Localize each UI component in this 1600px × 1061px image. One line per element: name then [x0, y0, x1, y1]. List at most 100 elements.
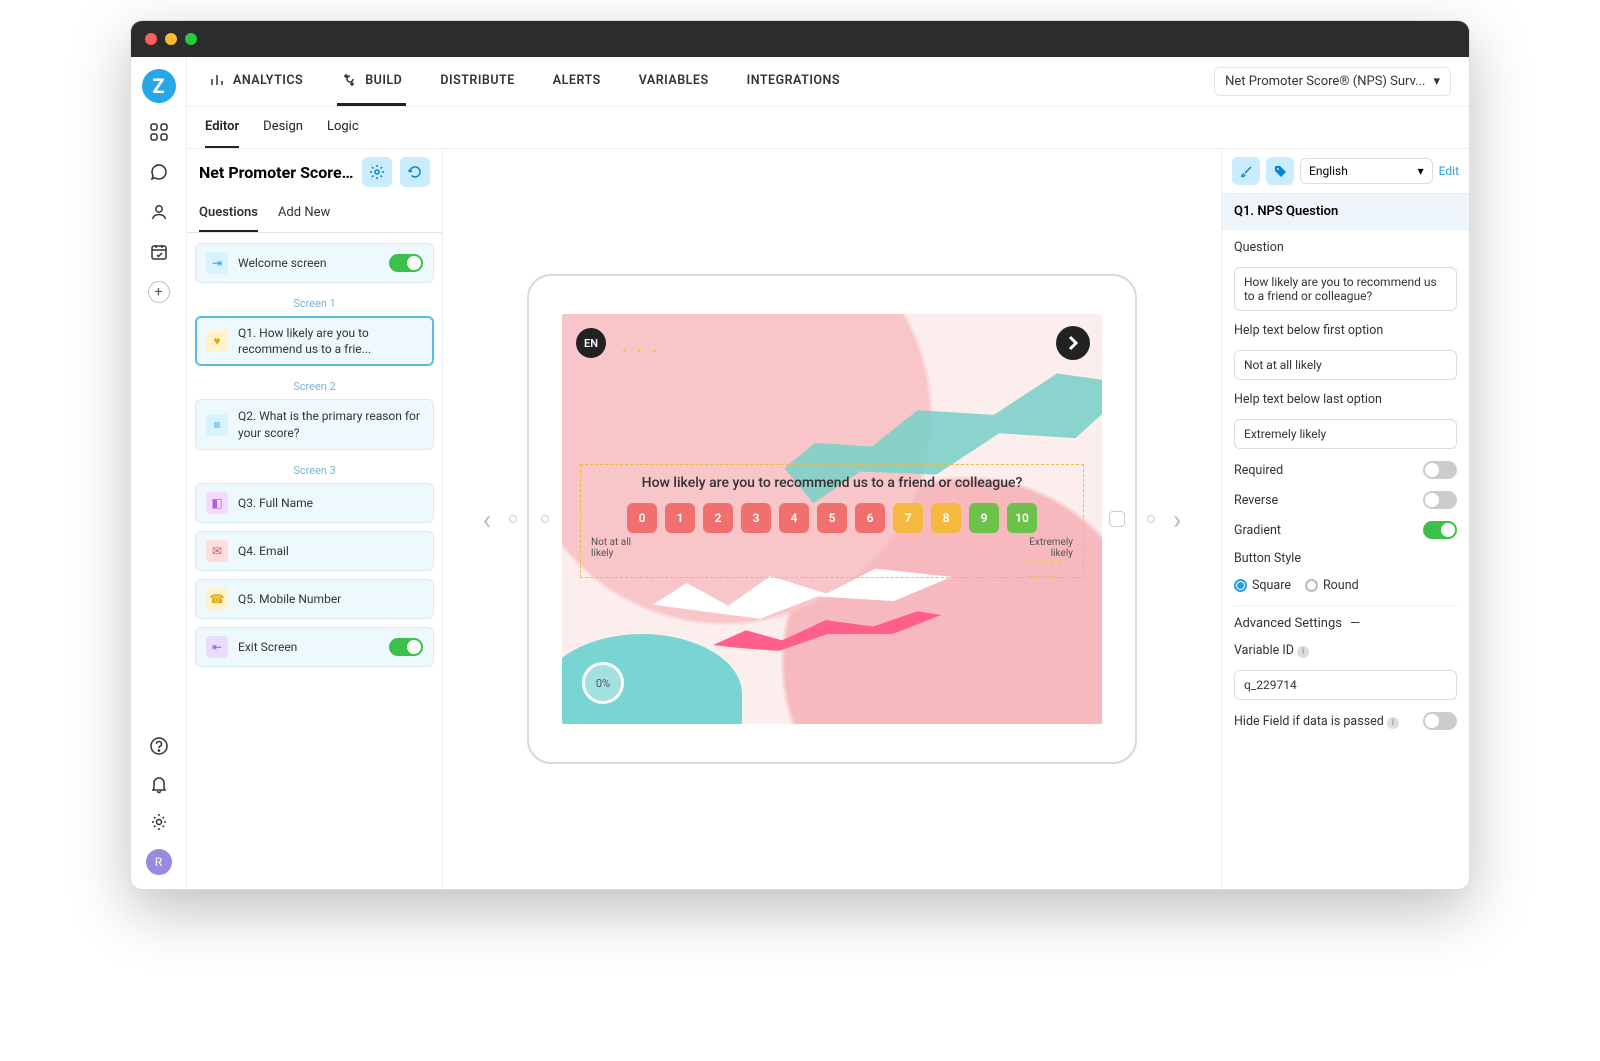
- nps-3[interactable]: 3: [741, 503, 771, 533]
- prev-page-chevron[interactable]: ‹: [475, 495, 499, 544]
- nps-5[interactable]: 5: [817, 503, 847, 533]
- brush-icon[interactable]: [1232, 157, 1260, 185]
- nav-distribute[interactable]: DISTRIBUTE: [436, 57, 518, 106]
- survey-dropdown[interactable]: Net Promoter Score® (NPS) Surv... ▾: [1214, 67, 1451, 96]
- nps-8[interactable]: 8: [931, 503, 961, 533]
- question-frame: How likely are you to recommend us to a …: [580, 464, 1084, 578]
- variable-id-input[interactable]: q_229714: [1234, 670, 1457, 700]
- welcome-screen-card[interactable]: ⇥ Welcome screen: [195, 243, 434, 283]
- help-icon[interactable]: [148, 735, 170, 757]
- radio-round[interactable]: Round: [1305, 578, 1359, 593]
- nav-alerts[interactable]: ALERTS: [549, 57, 605, 106]
- user-icon[interactable]: [148, 201, 170, 223]
- gradient-toggle[interactable]: [1423, 521, 1457, 539]
- welcome-label: Welcome screen: [238, 255, 327, 271]
- language-badge[interactable]: EN: [576, 328, 606, 358]
- nav-analytics-label: ANALYTICS: [233, 73, 303, 88]
- nps-0[interactable]: 0: [627, 503, 657, 533]
- next-button[interactable]: [1056, 326, 1090, 360]
- chevron-down-icon: ▾: [1433, 74, 1440, 89]
- subtab-editor[interactable]: Editor: [205, 107, 239, 148]
- help-first-input[interactable]: Not at all likely: [1234, 350, 1457, 380]
- reverse-toggle[interactable]: [1423, 491, 1457, 509]
- subtab-design[interactable]: Design: [263, 107, 303, 148]
- nps-2[interactable]: 2: [703, 503, 733, 533]
- question-input[interactable]: How likely are you to recommend us to a …: [1234, 267, 1457, 311]
- app-logo[interactable]: Z: [142, 69, 176, 103]
- nps-10[interactable]: 10: [1007, 503, 1037, 533]
- nps-7[interactable]: 7: [893, 503, 923, 533]
- nav-build[interactable]: BUILD: [337, 57, 406, 106]
- q1-card[interactable]: ♥ Q1. How likely are you to recommend us…: [195, 316, 434, 366]
- edit-link[interactable]: Edit: [1439, 164, 1459, 178]
- gear-icon[interactable]: [148, 811, 170, 833]
- welcome-icon: ⇥: [206, 252, 228, 274]
- settings-button[interactable]: [362, 157, 392, 187]
- window-max-dot[interactable]: [185, 33, 197, 45]
- q3-card[interactable]: ◧ Q3. Full Name: [195, 483, 434, 523]
- preview-question-text: How likely are you to recommend us to a …: [589, 475, 1075, 491]
- tab-add-new[interactable]: Add New: [278, 195, 330, 232]
- top-nav: ANALYTICS BUILD DISTRIBUTE ALERTS VARIAB…: [187, 57, 1469, 107]
- heart-icon: ♥: [206, 330, 228, 352]
- reverse-label: Reverse: [1234, 493, 1278, 508]
- next-page-chevron[interactable]: ›: [1165, 495, 1189, 544]
- bell-icon[interactable]: [148, 773, 170, 795]
- language-select[interactable]: English ▾: [1300, 158, 1433, 184]
- hide-field-toggle[interactable]: [1423, 712, 1457, 730]
- help-first-label: Help text below first option: [1234, 323, 1457, 338]
- survey-title: Net Promoter Score...: [199, 163, 354, 182]
- chat-icon[interactable]: [148, 161, 170, 183]
- nps-1[interactable]: 1: [665, 503, 695, 533]
- preview-screen: • • • • • • • • • • • • EN How likely ar…: [562, 314, 1102, 724]
- nav-variables[interactable]: VARIABLES: [635, 57, 713, 106]
- exit-label: Exit Screen: [238, 639, 297, 655]
- nps-9[interactable]: 9: [969, 503, 999, 533]
- advanced-settings-header[interactable]: Advanced Settings —: [1234, 605, 1457, 631]
- low-anchor-label: Not at all likely: [591, 537, 651, 559]
- window-close-dot[interactable]: [145, 33, 157, 45]
- language-label: English: [1309, 164, 1348, 178]
- calendar-icon[interactable]: [148, 241, 170, 263]
- high-anchor-label: Extremely likely: [1013, 537, 1073, 559]
- name-icon: ◧: [206, 492, 228, 514]
- nps-6[interactable]: 6: [855, 503, 885, 533]
- right-panel-header: Q1. NPS Question: [1222, 193, 1469, 230]
- text-icon: ≡: [206, 414, 228, 436]
- grid-icon[interactable]: [148, 121, 170, 143]
- nav-integrations[interactable]: INTEGRATIONS: [743, 57, 844, 106]
- collapse-icon: —: [1350, 616, 1360, 631]
- variable-id-label: Variable ID i: [1234, 643, 1457, 658]
- help-last-label: Help text below last option: [1234, 392, 1457, 407]
- gradient-label: Gradient: [1234, 523, 1281, 538]
- nav-build-label: BUILD: [365, 73, 402, 88]
- q4-card[interactable]: ✉ Q4. Email: [195, 531, 434, 571]
- required-toggle[interactable]: [1423, 461, 1457, 479]
- left-panel: Net Promoter Score... Questions Add New …: [187, 149, 443, 889]
- subtab-logic[interactable]: Logic: [327, 107, 359, 148]
- radio-square[interactable]: Square: [1234, 578, 1291, 593]
- screen-3-label: Screen 3: [195, 458, 434, 483]
- help-last-input[interactable]: Extremely likely: [1234, 419, 1457, 449]
- welcome-toggle[interactable]: [389, 254, 423, 272]
- window-min-dot[interactable]: [165, 33, 177, 45]
- info-icon[interactable]: i: [1387, 717, 1399, 729]
- nav-analytics[interactable]: ANALYTICS: [205, 57, 307, 106]
- exit-screen-card[interactable]: ⇤ Exit Screen: [195, 627, 434, 667]
- exit-toggle[interactable]: [389, 638, 423, 656]
- q5-card[interactable]: ☎ Q5. Mobile Number: [195, 579, 434, 619]
- exit-icon: ⇤: [206, 636, 228, 658]
- avatar[interactable]: R: [146, 849, 172, 875]
- q2-card[interactable]: ≡ Q2. What is the primary reason for you…: [195, 399, 434, 449]
- tab-questions[interactable]: Questions: [199, 195, 258, 232]
- q2-label: Q2. What is the primary reason for your …: [238, 408, 423, 440]
- tag-icon[interactable]: [1266, 157, 1294, 185]
- history-button[interactable]: [400, 157, 430, 187]
- add-icon[interactable]: +: [148, 281, 170, 303]
- info-icon[interactable]: i: [1297, 646, 1309, 658]
- nps-4[interactable]: 4: [779, 503, 809, 533]
- preview-canvas: ‹ • • • • • • • • • • • • EN: [443, 149, 1221, 889]
- page-dot-right: [1147, 515, 1155, 523]
- question-field-label: Question: [1234, 240, 1457, 255]
- q4-label: Q4. Email: [238, 543, 289, 559]
